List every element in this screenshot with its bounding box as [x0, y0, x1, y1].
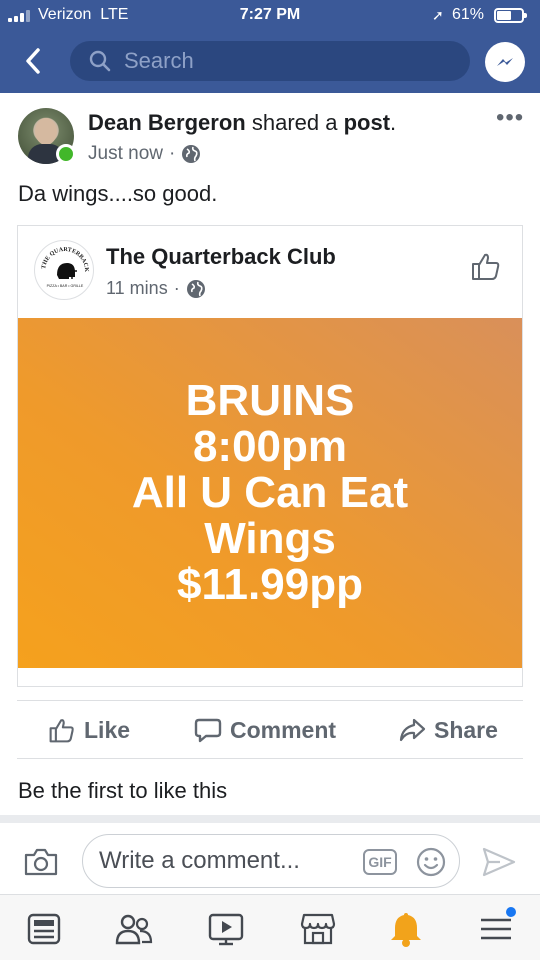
battery-percent: 61%: [452, 6, 485, 23]
logo-subtext: PIZZA • BAR • GRILLE: [47, 284, 84, 288]
battery-fill: [497, 11, 512, 20]
comment-composer[interactable]: GIF: [82, 834, 460, 888]
promo-line-1: BRUINS: [185, 376, 355, 425]
more-options-button[interactable]: •••: [496, 106, 530, 132]
post-timestamp[interactable]: Just now: [88, 143, 163, 165]
thumbs-up-icon: [472, 253, 500, 280]
gif-button[interactable]: GIF: [363, 849, 397, 875]
top-bar: Verizon LTE 7:27 PM ➚ 61%: [0, 0, 540, 93]
battery-icon: [494, 8, 527, 23]
post-author-line: Dean Bergeron shared a post.: [88, 110, 396, 136]
promo-line-5: $11.99pp: [177, 560, 363, 609]
divider: [17, 758, 523, 759]
comment-label: Comment: [230, 716, 337, 743]
tab-notifications[interactable]: [384, 909, 428, 949]
section-separator: [0, 815, 540, 823]
marketplace-icon: [300, 913, 336, 945]
tab-watch[interactable]: [204, 909, 248, 949]
share-arrow-icon: [399, 718, 426, 742]
post-action-suffix: .: [390, 110, 397, 135]
post-action-text: shared a: [251, 110, 338, 135]
shared-post-meta: 11 mins ·: [106, 278, 206, 299]
comment-button[interactable]: Comment: [194, 712, 336, 748]
tab-news-feed[interactable]: [22, 909, 66, 949]
like-button[interactable]: Like: [48, 712, 130, 748]
search-input[interactable]: [124, 48, 454, 74]
watch-icon: [208, 913, 244, 946]
messenger-button[interactable]: [485, 42, 525, 82]
comment-bubble-icon: [194, 718, 222, 743]
search-icon: [89, 50, 111, 72]
globe-icon: [182, 145, 201, 163]
tab-menu[interactable]: [474, 907, 518, 949]
notifications-bell-icon: [391, 913, 421, 947]
status-bar: Verizon LTE 7:27 PM ➚ 61%: [0, 0, 540, 30]
page-name-link[interactable]: The Quarterback Club: [106, 244, 336, 270]
back-chevron-icon: [26, 48, 40, 74]
divider: [17, 700, 523, 701]
menu-icon: [481, 918, 511, 940]
send-button[interactable]: [480, 843, 518, 881]
send-arrow-icon: [482, 847, 516, 877]
tab-friends[interactable]: [112, 909, 156, 949]
emoji-icon[interactable]: [415, 846, 447, 878]
likes-summary: Be the first to like this: [18, 778, 228, 803]
online-status-indicator: [56, 144, 76, 164]
news-feed-icon: [27, 913, 61, 945]
friends-icon: [115, 914, 153, 945]
share-label: Share: [434, 716, 498, 743]
meta-separator: ·: [168, 143, 176, 164]
share-button[interactable]: Share: [398, 712, 498, 748]
shared-post-card[interactable]: THE QUARTERBACK CLUB PIZZA • BAR • GRILL…: [17, 225, 523, 687]
globe-icon: [186, 279, 205, 298]
quarterback-club-logo: THE QUARTERBACK CLUB PIZZA • BAR • GRILL…: [35, 241, 89, 288]
like-label: Like: [84, 716, 131, 743]
page-logo[interactable]: THE QUARTERBACK CLUB PIZZA • BAR • GRILL…: [34, 240, 94, 300]
comment-input[interactable]: [99, 847, 349, 875]
author-name-link[interactable]: Dean Bergeron: [88, 110, 246, 135]
shared-meta-separator: ·: [173, 278, 180, 298]
tab-marketplace[interactable]: [296, 909, 340, 949]
search-bar[interactable]: [70, 41, 470, 81]
like-page-button[interactable]: [470, 250, 502, 282]
camera-icon: [24, 848, 58, 876]
back-button[interactable]: [16, 42, 50, 80]
promo-line-3: All U Can Eat: [131, 468, 409, 517]
messenger-icon: [497, 58, 513, 66]
promo-line-2: 8:00pm: [192, 422, 348, 471]
promo-image[interactable]: BRUINS 8:00pm All U Can Eat Wings $11.99…: [18, 318, 522, 668]
shared-post-link[interactable]: post: [344, 110, 390, 135]
thumbs-up-icon: [49, 719, 74, 743]
bottom-tab-bar: [0, 894, 540, 960]
location-arrow-icon: ➚: [432, 7, 444, 23]
promo-line-4: Wings: [204, 514, 336, 563]
post-text: Da wings....so good.: [18, 181, 218, 206]
shared-post-timestamp[interactable]: 11 mins: [106, 278, 168, 299]
camera-button[interactable]: [22, 843, 60, 881]
post-meta: Just now ·: [88, 143, 201, 165]
menu-notification-dot: [506, 907, 516, 917]
